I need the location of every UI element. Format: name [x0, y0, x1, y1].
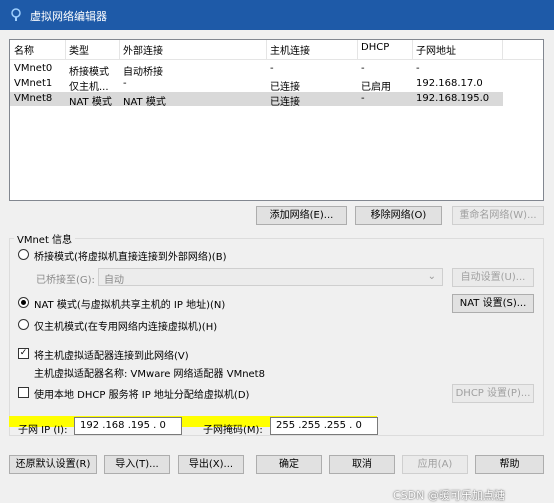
cell-host: 已连接: [270, 82, 300, 93]
auto-settings-button[interactable]: 自动设置(U)...: [452, 268, 534, 287]
add-network-button[interactable]: 添加网络(E)...: [256, 206, 347, 225]
header-divider: [10, 59, 543, 60]
bridged-mode-radio[interactable]: [18, 249, 29, 260]
rename-network-button[interactable]: 重命名网络(W)...: [452, 206, 544, 225]
column-divider: [119, 40, 120, 59]
apply-button[interactable]: 应用(A): [402, 455, 468, 474]
remove-network-button[interactable]: 移除网络(O): [355, 206, 442, 225]
cell-dhcp: -: [361, 63, 365, 74]
bridged-mode-label[interactable]: 桥接模式(将虚拟机直接连接到外部网络)(B): [34, 248, 226, 263]
bridged-to-label: 已桥接至(G):: [36, 275, 95, 286]
cell-name: VMnet0: [14, 63, 53, 74]
help-button[interactable]: 帮助: [475, 455, 544, 474]
cell-subnet: 192.168.195.0: [416, 93, 490, 104]
connect-adapter-checkbox[interactable]: ✓: [18, 348, 29, 359]
restore-defaults-button[interactable]: 还原默认设置(R): [9, 455, 97, 474]
subnet-ip-label: 子网 IP (I):: [18, 425, 68, 436]
import-button[interactable]: 导入(T)...: [104, 455, 170, 474]
nat-settings-button[interactable]: NAT 设置(S)...: [452, 294, 534, 313]
column-divider: [412, 40, 413, 59]
subnet-mask-value: 255 .255 .255 . 0: [276, 420, 362, 431]
use-dhcp-checkbox[interactable]: [18, 387, 29, 398]
cell-dhcp: 已启用: [361, 82, 391, 93]
table-row-vmnet1[interactable]: VMnet1 仅主机... - 已连接 已启用 192.168.17.0: [10, 77, 503, 93]
bridged-to-select[interactable]: 自动 ⌄: [98, 268, 443, 286]
table-row-vmnet8[interactable]: VMnet8 NAT 模式 NAT 模式 已连接 - 192.168.195.0: [10, 92, 503, 108]
cell-name: VMnet1: [14, 78, 53, 89]
subnet-mask-field[interactable]: 255 .255 .255 . 0: [270, 417, 378, 435]
column-divider: [357, 40, 358, 59]
watermark: CSDN @暖可乐加点糖: [393, 489, 505, 502]
column-header-dhcp[interactable]: DHCP: [361, 42, 389, 56]
subnet-mask-label: 子网掩码(M):: [203, 425, 263, 436]
subnet-ip-field[interactable]: 192 .168 .195 . 0: [74, 417, 182, 435]
dialog-body: 名称 类型 外部连接 主机连接 DHCP 子网地址 VMnet0 桥接模式 自动…: [0, 30, 554, 502]
cell-type: 仅主机...: [69, 82, 109, 93]
column-header-subnet[interactable]: 子网地址: [416, 42, 456, 57]
cell-type: 桥接模式: [69, 67, 109, 78]
cell-external: 自动桥接: [123, 67, 163, 78]
adapter-name-text: 主机虚拟适配器名称: VMware 网络适配器 VMnet8: [34, 369, 265, 380]
export-button[interactable]: 导出(X)...: [178, 455, 244, 474]
subnet-ip-value: 192 .168 .195 . 0: [80, 420, 166, 431]
ok-button[interactable]: 确定: [256, 455, 322, 474]
dhcp-settings-button[interactable]: DHCP 设置(P)...: [452, 384, 534, 403]
connect-adapter-label[interactable]: 将主机虚拟适配器连接到此网络(V): [34, 347, 189, 362]
host-only-radio[interactable]: [18, 319, 29, 330]
radio-selected-dot: [21, 300, 26, 305]
column-divider: [502, 40, 503, 59]
column-header-host[interactable]: 主机连接: [270, 42, 310, 57]
column-divider: [266, 40, 267, 59]
nat-mode-radio[interactable]: [18, 297, 29, 308]
cell-external: -: [123, 78, 127, 89]
table-row-vmnet0[interactable]: VMnet0 桥接模式 自动桥接 - - -: [10, 62, 503, 78]
cell-dhcp: -: [361, 93, 365, 104]
column-header-external[interactable]: 外部连接: [123, 42, 163, 57]
cell-subnet: -: [416, 63, 420, 74]
column-header-name[interactable]: 名称: [14, 42, 34, 57]
cell-external: NAT 模式: [123, 97, 166, 108]
chevron-down-icon: ⌄: [427, 271, 436, 282]
cell-host: 已连接: [270, 97, 300, 108]
cancel-button[interactable]: 取消: [329, 455, 395, 474]
vmnet-info-label: VMnet 信息: [14, 231, 76, 246]
title-bar: 虚拟网络编辑器: [0, 0, 554, 30]
bridged-to-value: 自动: [104, 275, 124, 286]
network-icon: [11, 8, 21, 21]
nat-mode-label[interactable]: NAT 模式(与虚拟机共享主机的 IP 地址)(N): [34, 296, 225, 311]
cell-name: VMnet8: [14, 93, 53, 104]
host-only-label[interactable]: 仅主机模式(在专用网络内连接虚拟机)(H): [34, 318, 217, 333]
column-divider: [65, 40, 66, 59]
cell-host: -: [270, 63, 274, 74]
window-title: 虚拟网络编辑器: [30, 10, 107, 23]
column-header-type[interactable]: 类型: [69, 42, 89, 57]
network-table[interactable]: 名称 类型 外部连接 主机连接 DHCP 子网地址 VMnet0 桥接模式 自动…: [9, 39, 544, 201]
cell-subnet: 192.168.17.0: [416, 78, 483, 89]
cell-type: NAT 模式: [69, 97, 112, 108]
use-dhcp-label[interactable]: 使用本地 DHCP 服务将 IP 地址分配给虚拟机(D): [34, 386, 249, 401]
